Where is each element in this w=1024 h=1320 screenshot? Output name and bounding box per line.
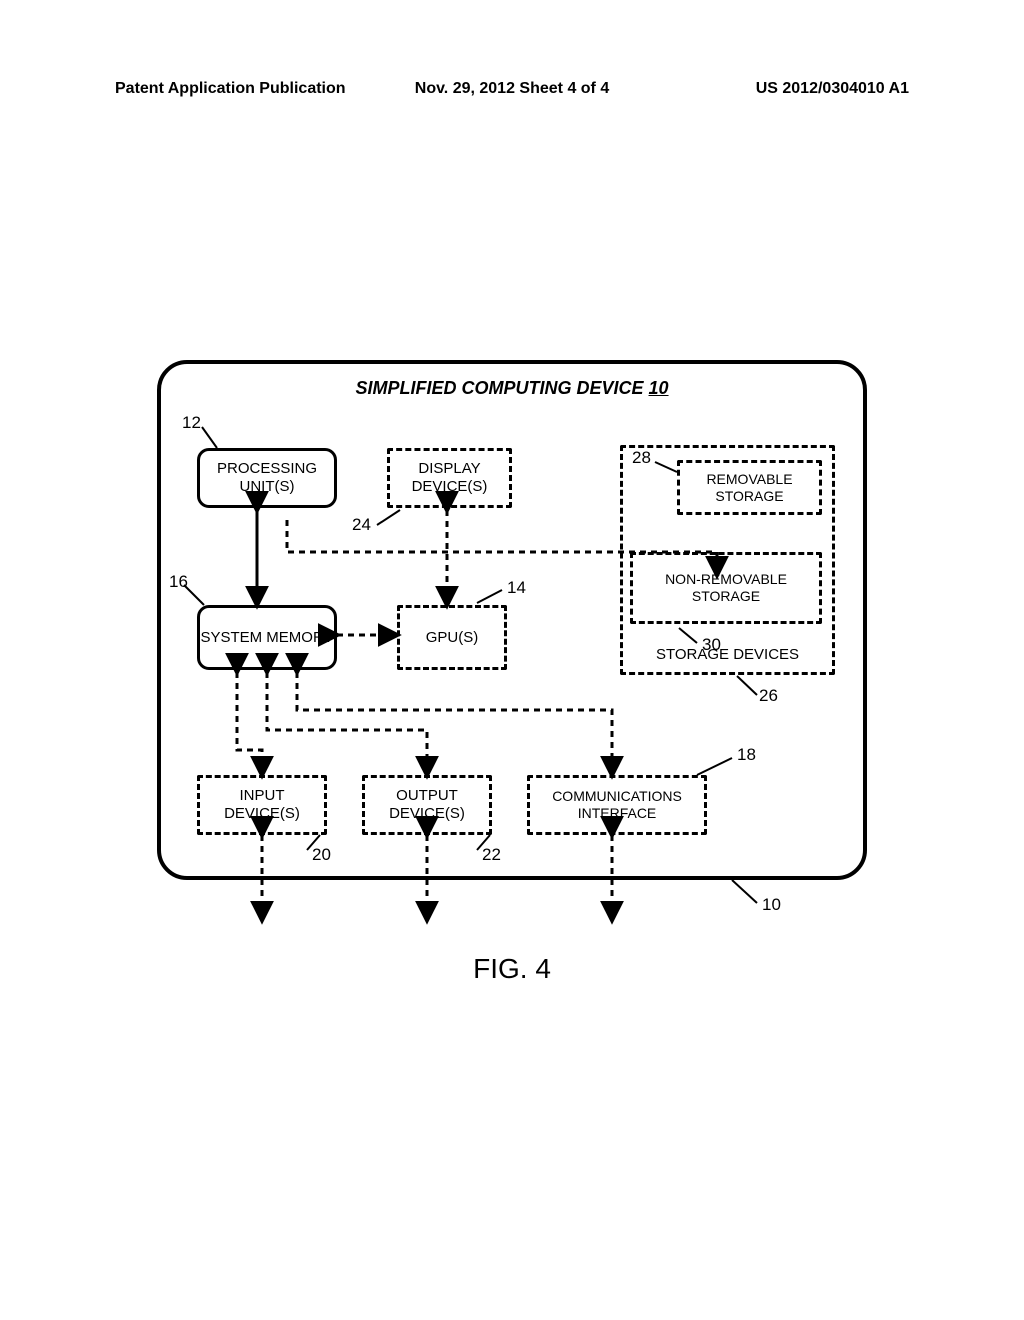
header-right: US 2012/0304010 A1: [664, 80, 909, 98]
label-nonremovable: NON-REMOVABLE STORAGE: [633, 571, 819, 605]
figure-caption: FIG. 4: [157, 953, 867, 985]
page: Patent Application Publication Nov. 29, …: [0, 0, 1024, 1320]
label-processing: PROCESSING UNIT(S): [200, 460, 334, 496]
block-comms: COMMUNICATIONS INTERFACE: [527, 775, 707, 835]
label-gpus: GPU(S): [426, 629, 479, 647]
label-system-memory: SYSTEM MEMORY: [200, 629, 333, 647]
ref-22: 22: [482, 845, 501, 865]
block-display: DISPLAY DEVICE(S): [387, 448, 512, 508]
block-nonremovable: NON-REMOVABLE STORAGE: [630, 552, 822, 624]
header-center: Nov. 29, 2012 Sheet 4 of 4: [390, 80, 635, 98]
ref-18: 18: [737, 745, 756, 765]
ref-30: 30: [702, 635, 721, 655]
ref-24: 24: [352, 515, 371, 535]
page-header: Patent Application Publication Nov. 29, …: [115, 80, 909, 98]
ref-20: 20: [312, 845, 331, 865]
label-display: DISPLAY DEVICE(S): [390, 460, 509, 496]
header-left: Patent Application Publication: [115, 80, 360, 98]
ref-28: 28: [632, 448, 651, 468]
block-removable: REMOVABLE STORAGE: [677, 460, 822, 515]
block-gpus: GPU(S): [397, 605, 507, 670]
block-input: INPUT DEVICE(S): [197, 775, 327, 835]
ref-16: 16: [169, 572, 188, 592]
label-storage-devices: STORAGE DEVICES: [656, 646, 799, 664]
block-output: OUTPUT DEVICE(S): [362, 775, 492, 835]
label-removable: REMOVABLE STORAGE: [680, 471, 819, 505]
ref-12: 12: [182, 413, 201, 433]
ref-26: 26: [759, 686, 778, 706]
ref-14: 14: [507, 578, 526, 598]
ref-10: 10: [762, 895, 781, 915]
label-comms: COMMUNICATIONS INTERFACE: [530, 788, 704, 822]
block-system-memory: SYSTEM MEMORY: [197, 605, 337, 670]
label-output: OUTPUT DEVICE(S): [365, 787, 489, 823]
label-input: INPUT DEVICE(S): [200, 787, 324, 823]
diagram: SIMPLIFIED COMPUTING DEVICE 10: [157, 360, 867, 915]
block-processing: PROCESSING UNIT(S): [197, 448, 337, 508]
